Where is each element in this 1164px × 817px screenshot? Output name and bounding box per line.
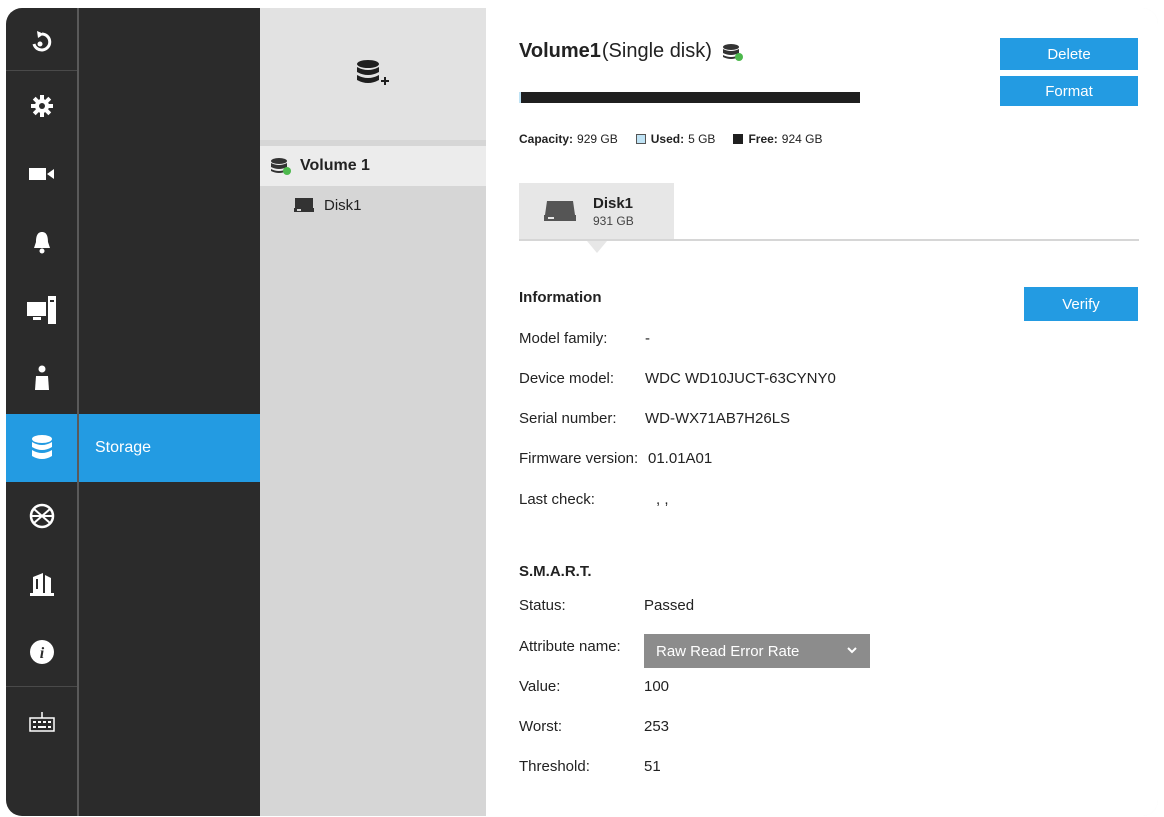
rail-security[interactable]: [6, 550, 77, 618]
used-value: 5 GB: [688, 132, 716, 146]
tab-strip: [519, 239, 1139, 241]
keyboard-icon: [28, 712, 55, 732]
info-label: Serial number:: [519, 410, 617, 427]
tree-volume-label: Volume 1: [300, 157, 370, 174]
info-value: 01.01A01: [648, 450, 713, 467]
database-icon: [31, 435, 52, 459]
rail-system-settings[interactable]: [6, 72, 77, 140]
free-label: Free:: [748, 132, 778, 146]
rail-home[interactable]: [6, 8, 77, 76]
attribute-selected-value: Raw Read Error Rate: [656, 642, 800, 660]
camera-icon: [28, 168, 54, 180]
rail-media[interactable]: [6, 140, 77, 208]
smart-status-label: Status:: [519, 597, 566, 614]
info-row-model-family: Model family: -: [519, 330, 650, 347]
delete-button[interactable]: Delete: [1000, 38, 1138, 70]
volume-status-icon: [271, 158, 291, 175]
info-row-device-model: Device model: WDC WD10JUCT-63CYNY0: [519, 370, 836, 387]
tree-item-volume[interactable]: Volume 1: [260, 146, 486, 186]
icon-rail: i: [6, 8, 77, 816]
smart-row-worst: Worst: 253: [519, 718, 669, 735]
smart-row-value: Value: 100: [519, 678, 669, 695]
add-volume-icon: [357, 60, 389, 85]
smart-status-value: Passed: [644, 597, 695, 614]
smart-worst-label: Worst:: [519, 718, 563, 735]
smart-row-attribute: Attribute name:: [519, 638, 621, 655]
volume-detail-panel: Volume1 (Single disk) Delete Format Capa…: [486, 8, 1158, 816]
free-value: 924 GB: [781, 132, 823, 146]
person-icon: [34, 365, 49, 390]
smart-threshold-label: Threshold:: [519, 758, 590, 775]
disk-tab-size: 931 GB: [593, 213, 634, 228]
computer-icon: [26, 296, 56, 324]
home-back-icon: [32, 31, 51, 52]
network-globe-icon: [29, 503, 54, 529]
disk-tab-name: Disk1: [593, 194, 634, 212]
rail-applications[interactable]: [6, 276, 77, 344]
volume-title: Volume1 (Single disk): [519, 40, 744, 63]
tree-disk-label: Disk1: [324, 196, 362, 214]
volume-name: Volume1: [519, 40, 601, 62]
disk-drive-icon: [544, 201, 576, 221]
rail-users[interactable]: [6, 344, 77, 412]
smart-threshold-value: 51: [644, 758, 661, 775]
rail-storage[interactable]: [6, 414, 77, 482]
gear-icon: [30, 95, 53, 117]
format-button[interactable]: Format: [1000, 76, 1138, 106]
attribute-name-select[interactable]: Raw Read Error Rate: [644, 634, 870, 668]
subnav-item-storage[interactable]: Storage: [79, 414, 260, 482]
info-row-firmware-version: Firmware version: 01.01A01: [519, 450, 712, 467]
security-building-icon: [29, 573, 54, 596]
smart-value-label: Value:: [519, 678, 561, 695]
info-value: , ,: [656, 491, 669, 508]
info-value: WD-WX71AB7H26LS: [645, 410, 791, 427]
svg-text:i: i: [39, 645, 44, 662]
capacity-legend: Capacity: 929 GB Used: 5 GB Free: 924 GB: [519, 132, 840, 146]
verify-button[interactable]: Verify: [1024, 287, 1138, 321]
rail-system-info[interactable]: i: [6, 618, 77, 686]
rail-event[interactable]: [6, 208, 77, 276]
disk-drive-icon: [294, 198, 314, 212]
info-value: WDC WD10JUCT-63CYNY0: [645, 370, 836, 387]
capacity-label: Capacity:: [519, 132, 574, 146]
secondary-nav: Storage: [79, 8, 260, 816]
info-label: Firmware version:: [519, 450, 639, 467]
tree-item-disk[interactable]: Disk1: [260, 188, 486, 222]
tab-disk1[interactable]: Disk1 931 GB: [519, 183, 674, 239]
used-label: Used:: [650, 132, 685, 146]
smart-value-value: 100: [644, 678, 670, 695]
info-row-last-check: Last check: , ,: [519, 491, 669, 508]
capacity-used-fill: [519, 92, 521, 103]
smart-row-status: Status: Passed: [519, 597, 694, 614]
volume-tree-panel: Volume 1 Disk1: [260, 8, 486, 816]
app-frame: i Storage Volume 1 Disk1 Volume1 (Single…: [6, 8, 1158, 816]
info-row-serial-number: Serial number: WD-WX71AB7H26LS: [519, 410, 790, 427]
volume-type: (Single disk): [601, 40, 712, 62]
bell-icon: [33, 232, 50, 254]
info-value: -: [645, 330, 650, 347]
volume-status-icon: [722, 43, 743, 61]
info-label: Model family:: [519, 330, 608, 347]
info-label: Last check:: [519, 491, 595, 508]
smart-title: S.M.A.R.T.: [519, 563, 592, 580]
attribute-name-label: Attribute name:: [519, 638, 621, 655]
info-label: Device model:: [519, 370, 615, 387]
used-swatch: [635, 134, 646, 144]
capacity-bar: [519, 92, 860, 103]
smart-row-threshold: Threshold: 51: [519, 758, 661, 775]
rail-keyboard[interactable]: [6, 688, 77, 756]
add-volume-button[interactable]: [260, 8, 486, 140]
smart-worst-value: 253: [644, 718, 670, 735]
tab-pointer: [587, 241, 607, 253]
chevron-down-icon: [847, 647, 857, 654]
info-icon: i: [29, 640, 54, 664]
information-title: Information: [519, 289, 602, 306]
rail-network[interactable]: [6, 482, 77, 550]
capacity-value: 929 GB: [577, 132, 618, 146]
free-swatch: [733, 134, 744, 144]
